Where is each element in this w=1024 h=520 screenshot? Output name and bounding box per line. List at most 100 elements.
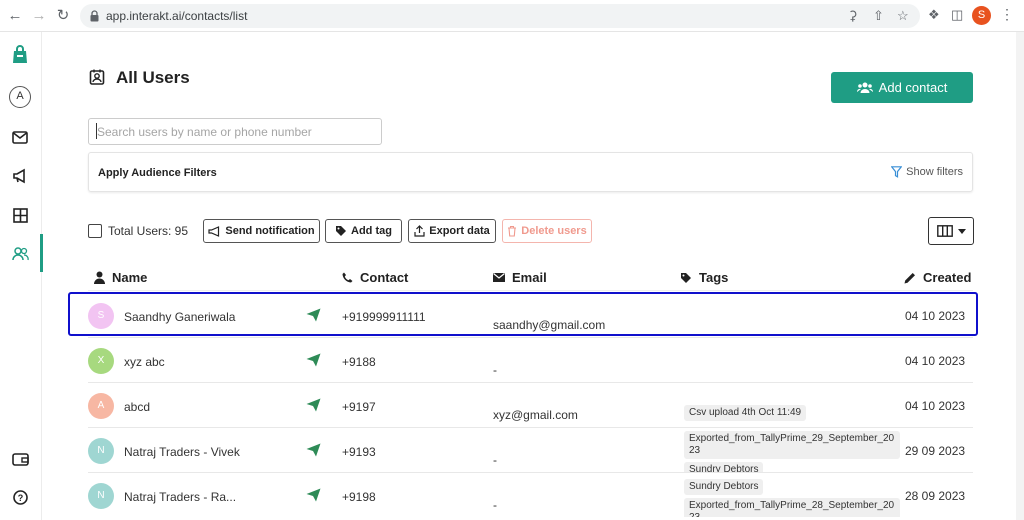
select-all-checkbox[interactable] <box>88 224 102 238</box>
contact-avatar: A <box>88 393 114 419</box>
created-date: 29 09 2023 <box>905 444 966 458</box>
reload-icon[interactable]: ↻ <box>54 7 72 25</box>
audience-filters-panel: Apply Audience Filters Show filters <box>88 152 973 192</box>
text-caret <box>96 123 97 139</box>
scrollbar[interactable] <box>1016 32 1024 520</box>
table-row[interactable]: X xyz abc +9188 - 04 10 2023 <box>88 338 973 383</box>
add-contact-button[interactable]: Add contact <box>831 72 973 103</box>
name-column-header[interactable]: Name <box>94 270 147 285</box>
created-column-header[interactable]: Created <box>904 270 971 285</box>
trash-icon <box>508 225 517 237</box>
add-users-icon <box>856 82 873 93</box>
back-arrow-icon[interactable]: ← <box>6 7 24 25</box>
send-notification-button[interactable]: Send notification <box>203 219 320 243</box>
contact-card-icon <box>89 69 105 85</box>
tag-chip: Sundry Debtors <box>684 462 764 472</box>
delete-users-button[interactable]: Delete users <box>502 219 592 243</box>
send-message-icon[interactable] <box>306 488 321 502</box>
contact-phone: +9197 <box>342 400 376 414</box>
sidebar-active-indicator <box>40 234 43 272</box>
column-settings-button[interactable] <box>928 217 974 245</box>
tag-header-icon <box>681 272 691 283</box>
show-filters-label: Show filters <box>906 166 963 178</box>
contact-name[interactable]: xyz abc <box>124 355 165 369</box>
dashboard-grid-icon[interactable] <box>9 204 31 226</box>
tags-column-header[interactable]: Tags <box>680 270 728 285</box>
browser-menu-icon[interactable]: ⋮ <box>1000 6 1014 23</box>
send-notification-label: Send notification <box>225 225 315 237</box>
help-icon[interactable]: ? <box>9 486 31 508</box>
total-users-count: Total Users: 95 <box>108 224 189 238</box>
caret-down-icon <box>957 228 966 234</box>
contact-header-label: Contact <box>360 270 409 285</box>
contact-phone: +9193 <box>342 445 376 459</box>
email-header-label: Email <box>512 270 547 285</box>
table-row[interactable]: A abcd +9197 xyz@gmail.com Csv upload 4t… <box>88 383 973 428</box>
account-icon[interactable]: A <box>9 86 31 108</box>
wallet-icon[interactable] <box>9 448 31 470</box>
address-bar[interactable]: app.interakt.ai/contacts/list ⚳ ⇧ ☆ <box>80 4 920 28</box>
phone-icon <box>342 272 353 283</box>
tags-header-label: Tags <box>699 270 729 285</box>
contact-name[interactable]: Natraj Traders - Vivek <box>124 445 240 459</box>
interakt-logo-icon[interactable] <box>9 44 31 66</box>
contact-phone: +9188 <box>342 355 376 369</box>
table-row[interactable]: N Natraj Traders - Ra... +9198 - Sundry … <box>88 473 973 518</box>
pencil-icon <box>904 272 915 283</box>
tag-chip: Sundry Debtors <box>684 479 764 495</box>
created-date: 28 09 2023 <box>905 489 966 503</box>
filters-label: Apply Audience Filters <box>98 167 217 179</box>
add-tag-button[interactable]: Add tag <box>325 219 402 243</box>
send-message-icon[interactable] <box>306 353 321 367</box>
contact-column-header[interactable]: Contact <box>342 270 408 285</box>
contact-tags: Csv upload 4th Oct 11:49 <box>684 383 904 427</box>
contact-email: - <box>493 498 497 512</box>
created-date: 04 10 2023 <box>905 354 966 368</box>
lock-icon <box>90 10 99 22</box>
extensions-icon[interactable]: ❖ <box>928 7 940 23</box>
header-divider <box>88 290 973 291</box>
contacts-users-icon[interactable] <box>9 243 31 265</box>
export-data-button[interactable]: Export data <box>408 219 496 243</box>
selected-row-highlight <box>68 292 978 336</box>
side-panel-icon[interactable]: ◫ <box>951 7 963 23</box>
contact-name[interactable]: abcd <box>124 400 150 414</box>
contact-phone: +9198 <box>342 490 376 504</box>
search-input[interactable] <box>88 118 382 145</box>
contact-avatar: N <box>88 438 114 464</box>
tag-icon <box>336 226 347 236</box>
email-column-header[interactable]: Email <box>493 270 547 285</box>
show-filters-link[interactable]: Show filters <box>891 166 963 178</box>
contact-tags: Exported_from_TallyPrime_29_September_20… <box>684 428 904 472</box>
created-date: 04 10 2023 <box>905 399 966 413</box>
tag-chip: Exported_from_TallyPrime_29_September_20… <box>684 431 900 459</box>
share-icon[interactable]: ⇧ <box>873 8 884 24</box>
inbox-icon[interactable] <box>9 126 31 148</box>
svg-text:?: ? <box>17 493 23 503</box>
contact-name[interactable]: Natraj Traders - Ra... <box>124 490 236 504</box>
send-message-icon[interactable] <box>306 398 321 412</box>
campaign-megaphone-icon[interactable] <box>9 165 31 187</box>
star-icon[interactable]: ☆ <box>897 8 909 24</box>
forward-arrow-icon[interactable]: → <box>30 7 48 25</box>
tag-chip: Exported_from_TallyPrime_28_September_20… <box>684 498 900 517</box>
contact-email: xyz@gmail.com <box>493 408 578 422</box>
created-header-label: Created <box>923 270 972 285</box>
profile-avatar[interactable]: S <box>972 6 991 25</box>
contact-avatar: N <box>88 483 114 509</box>
key-icon[interactable]: ⚳ <box>848 8 858 24</box>
add-contact-label: Add contact <box>878 80 948 95</box>
contact-avatar: X <box>88 348 114 374</box>
contact-email: - <box>493 363 497 377</box>
browser-toolbar: ← → ↻ app.interakt.ai/contacts/list ⚳ ⇧ … <box>0 0 1024 32</box>
name-header-label: Name <box>112 270 148 285</box>
page-title: All Users <box>116 68 190 87</box>
envelope-icon <box>493 273 505 282</box>
url-text: app.interakt.ai/contacts/list <box>106 9 248 23</box>
add-tag-label: Add tag <box>351 225 392 237</box>
person-icon <box>94 271 105 284</box>
export-icon <box>414 225 425 237</box>
table-row[interactable]: N Natraj Traders - Vivek +9193 - Exporte… <box>88 428 973 473</box>
tag-chip: Csv upload 4th Oct 11:49 <box>684 405 807 421</box>
send-message-icon[interactable] <box>306 443 321 457</box>
